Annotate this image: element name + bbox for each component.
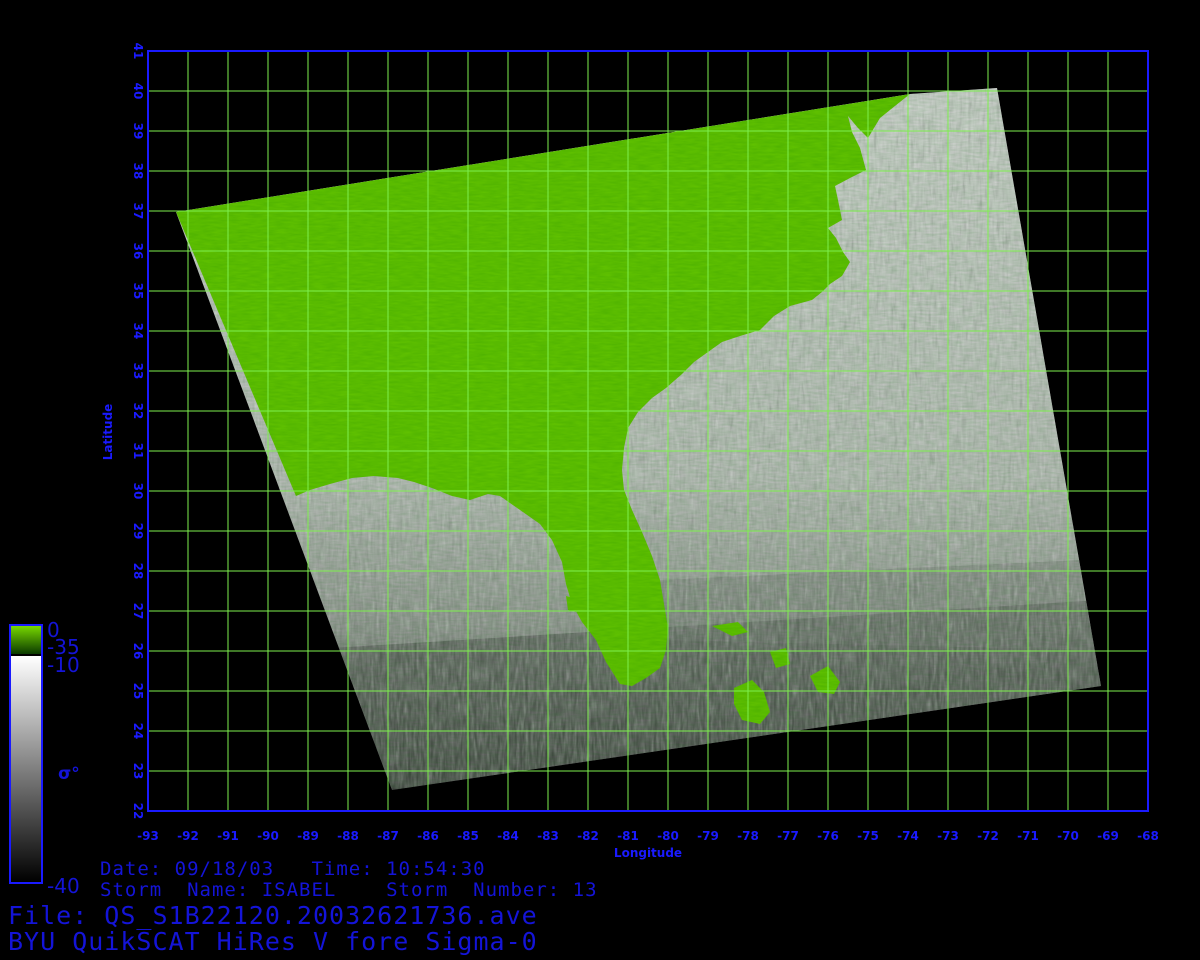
longitude-tick-label: -70 [1057, 829, 1079, 843]
date-time-line: Date: 09/18/03 Time: 10:54:30 [100, 858, 486, 880]
latitude-tick-label: 40 [131, 83, 145, 100]
colorbar: 0 -35 -10 -40 σ° [9, 618, 80, 898]
product-title: BYU QuikSCAT HiRes V fore Sigma-0 [8, 927, 538, 956]
longitude-tick-label: -91 [217, 829, 239, 843]
longitude-tick-label: -78 [737, 829, 759, 843]
longitude-tick-label: -69 [1097, 829, 1119, 843]
latitude-tick-label: 34 [131, 323, 145, 340]
longitude-tick-label: -82 [577, 829, 599, 843]
storm-line: Storm Name: ISABEL Storm Number: 13 [100, 879, 598, 901]
longitude-tick-label: -71 [1017, 829, 1039, 843]
sigma0-map: -93 -92 -91 -90 -89 -88 -87 -86 -85 -84 -83 -82 -81 -… [9, 43, 1159, 898]
latitude-tick-labels: 22 23 24 25 26 27 28 29 30 31 32 33 34 35 36 37 38 39 40 41 [131, 43, 145, 820]
latitude-tick-label: 39 [131, 123, 145, 140]
longitude-tick-label: -74 [897, 829, 919, 843]
longitude-tick-label: -77 [777, 829, 799, 843]
latitude-tick-label: 33 [131, 363, 145, 380]
longitude-tick-label: -90 [257, 829, 279, 843]
colorbar-label-gray-max: -10 [47, 653, 80, 677]
longitude-tick-label: -84 [497, 829, 519, 843]
latitude-tick-label: 38 [131, 163, 145, 180]
latitude-tick-label: 22 [131, 803, 145, 820]
longitude-tick-label: -87 [377, 829, 399, 843]
y-axis-label: Latitude [101, 404, 115, 461]
x-axis-label: Longitude [614, 846, 682, 860]
latitude-tick-label: 41 [131, 43, 145, 60]
latitude-tick-label: 25 [131, 683, 145, 700]
longitude-tick-label: -85 [457, 829, 479, 843]
latitude-tick-label: 29 [131, 523, 145, 540]
latitude-tick-label: 26 [131, 643, 145, 660]
latitude-tick-label: 27 [131, 603, 145, 620]
longitude-tick-label: -83 [537, 829, 559, 843]
longitude-tick-label: -68 [1137, 829, 1159, 843]
longitude-tick-label: -81 [617, 829, 639, 843]
longitude-tick-label: -80 [657, 829, 679, 843]
colorbar-symbol: σ° [58, 764, 80, 784]
longitude-tick-labels: -93 -92 -91 -90 -89 -88 -87 -86 -85 -84 -83 -82 -81 -… [137, 829, 1159, 843]
longitude-tick-label: -73 [937, 829, 959, 843]
longitude-tick-label: -76 [817, 829, 839, 843]
colorbar-green-segment [11, 626, 41, 654]
longitude-tick-label: -75 [857, 829, 879, 843]
latitude-tick-label: 37 [131, 203, 145, 220]
latitude-tick-label: 31 [131, 443, 145, 460]
latitude-tick-label: 28 [131, 563, 145, 580]
land-mask [176, 88, 1101, 790]
file-line: File: QS_S1B22120.20032621736.ave [8, 901, 538, 930]
latitude-tick-label: 30 [131, 483, 145, 500]
longitude-tick-label: -89 [297, 829, 319, 843]
latitude-tick-label: 36 [131, 243, 145, 260]
latitude-tick-label: 35 [131, 283, 145, 300]
latitude-tick-label: 24 [131, 723, 145, 740]
colorbar-gray-segment [11, 656, 41, 882]
longitude-tick-label: -72 [977, 829, 999, 843]
longitude-tick-label: -93 [137, 829, 159, 843]
longitude-tick-label: -79 [697, 829, 719, 843]
latitude-tick-label: 23 [131, 763, 145, 780]
longitude-tick-label: -92 [177, 829, 199, 843]
longitude-tick-label: -88 [337, 829, 359, 843]
latitude-tick-label: 32 [131, 403, 145, 420]
longitude-tick-label: -86 [417, 829, 439, 843]
colorbar-label-min: -40 [47, 874, 80, 898]
